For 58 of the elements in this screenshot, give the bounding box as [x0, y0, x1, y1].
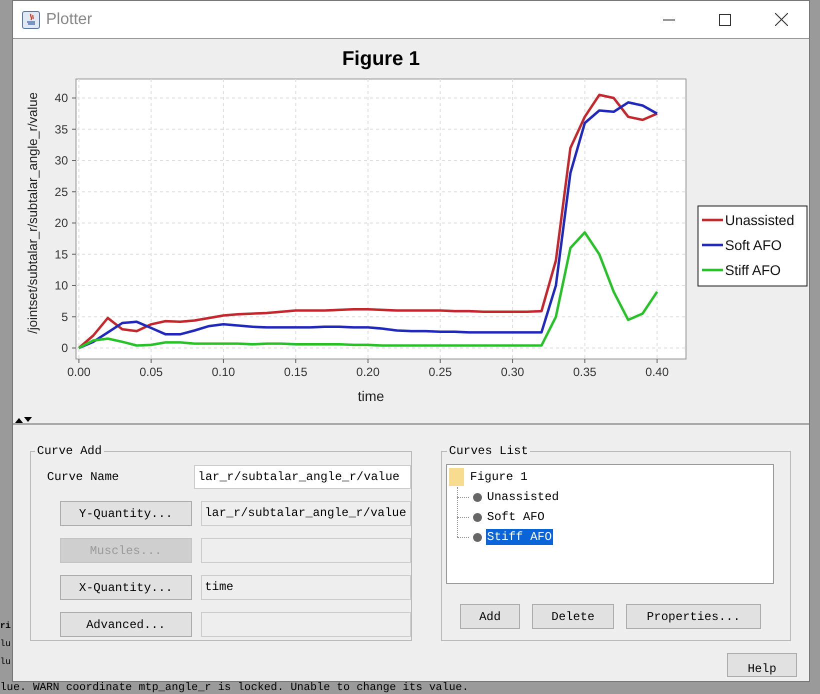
field-label: Curve Name [46, 469, 120, 486]
x-tick-label: 0.10 [212, 365, 236, 379]
console-text: lu [0, 638, 11, 650]
y-tick-label: 30 [54, 154, 68, 168]
x-tick-label: 0.25 [428, 365, 452, 379]
help-button[interactable]: Help [727, 653, 797, 677]
x-tick-label: 0.15 [284, 365, 308, 379]
quantity-button[interactable]: X-Quantity... [60, 575, 192, 600]
curves-tree[interactable]: Figure 1 Unassisted Soft AFO Stiff AFO [446, 464, 774, 584]
legend-label: Soft AFO [725, 237, 782, 253]
app-icon [22, 10, 40, 28]
value-field[interactable] [200, 538, 411, 563]
quantity-button[interactable]: Y-Quantity... [60, 501, 192, 526]
y-tick-label: 15 [54, 247, 68, 262]
x-tick-label: 0.30 [500, 365, 524, 379]
legend-swatch [702, 244, 723, 246]
y-tick-label: 0 [61, 341, 68, 355]
console-text: ri [0, 620, 11, 632]
close-icon [774, 13, 788, 26]
chart-title: Figure 1 [342, 48, 420, 70]
x-tick-label: 0.05 [139, 365, 163, 379]
window-title: Plotter [46, 10, 92, 30]
y-tick-label: 35 [54, 122, 68, 136]
legend-swatch [702, 268, 723, 272]
x-tick-label: 0.20 [356, 365, 380, 379]
y-tick-label: 25 [54, 184, 68, 199]
x-tick-label: 0.40 [645, 365, 669, 379]
x-axis-label: time [358, 388, 384, 404]
value-field[interactable]: time [200, 575, 411, 600]
quantity-button[interactable]: Advanced... [60, 612, 192, 637]
expand-up-icon[interactable] [15, 417, 23, 423]
y-axis-label: /jointset/subtalar_r/subtalar_angle_r/value [25, 92, 40, 334]
list-button[interactable]: Add [460, 604, 520, 629]
value-field[interactable] [200, 612, 411, 637]
tree-node[interactable]: Stiff AFO [486, 529, 553, 545]
tree-node[interactable]: Soft AFO [486, 509, 546, 525]
y-tick-label: 20 [54, 216, 68, 230]
legend-label: Stiff AFO [725, 262, 781, 278]
console-line: lue. WARN coordinate mtp_angle_r is locked. Unable to change its value. [0, 682, 469, 694]
node-bullet-icon [473, 512, 482, 522]
y-tick-label: 40 [54, 91, 68, 105]
list-button[interactable]: Properties... [626, 604, 761, 629]
console-text: lu [0, 656, 11, 668]
maximize-icon [719, 14, 731, 26]
x-tick-label: 0.35 [573, 365, 596, 379]
list-button[interactable]: Delete [532, 604, 614, 629]
curve-name-field[interactable]: lar_r/subtalar_angle_r/value [194, 465, 411, 489]
value-field[interactable]: lar_r/subtalar_angle_r/value [200, 501, 411, 526]
x-tick-label: 0.00 [67, 365, 91, 379]
legend-swatch [702, 218, 723, 222]
legend-label: Unassisted [725, 212, 794, 228]
tree-node[interactable]: Figure 1 [470, 468, 528, 486]
node-bullet-icon [473, 492, 482, 502]
node-bullet-icon [473, 532, 482, 542]
expand-down-icon[interactable] [24, 417, 32, 423]
y-tick-label: 5 [61, 310, 68, 324]
y-tick-label: 10 [54, 278, 68, 292]
tree-node[interactable]: Unassisted [486, 489, 560, 505]
